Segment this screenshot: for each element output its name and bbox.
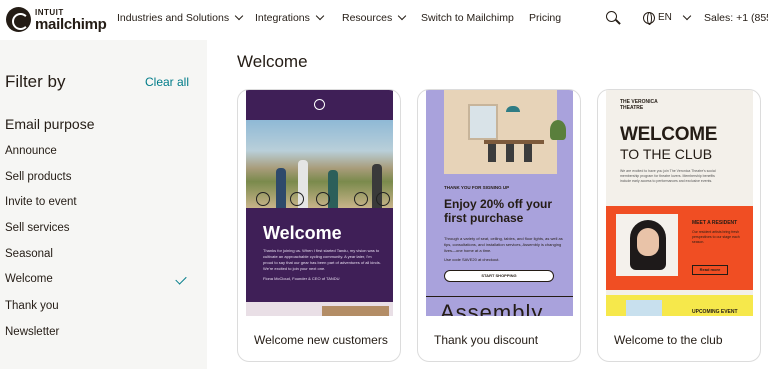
template-card-label: Thank you discount: [434, 333, 539, 347]
email-purpose-heading: Email purpose: [5, 116, 95, 132]
template-preview: THANK YOU FOR SIGNING UP Enjoy 20% off y…: [426, 90, 573, 316]
nav-integrations[interactable]: Integrations: [255, 11, 325, 24]
filter-announce[interactable]: Announce: [5, 145, 57, 157]
clear-all-link[interactable]: Clear all: [145, 75, 189, 89]
filter-title: Filter by: [5, 72, 66, 91]
template-card-thank-you-discount[interactable]: THANK YOU FOR SIGNING UP Enjoy 20% off y…: [417, 89, 581, 362]
template-card-welcome-new-customers[interactable]: Welcome Thanks for joining us. When I fi…: [237, 89, 401, 362]
nav-pricing[interactable]: Pricing: [529, 12, 561, 24]
preview-read-more: Read more: [692, 265, 728, 275]
preview-footer-image: [322, 306, 389, 316]
sales-phone[interactable]: Sales: +1 (855) 5: [704, 12, 768, 24]
preview-signature: Fiona McCloud, Founder & CEO of TANDU: [263, 276, 340, 281]
preview-heading: Enjoy 20% off your first purchase: [444, 197, 553, 225]
search-icon[interactable]: [606, 11, 621, 25]
template-preview: THE VERONICA THEATRE WELCOME TO THE CLUB…: [606, 90, 753, 316]
preview-meet-body: Our resident artists bring fresh perspec…: [692, 230, 740, 244]
template-card-label: Welcome new customers: [254, 333, 388, 347]
freddie-icon: [6, 7, 31, 32]
dining-room-photo: [444, 90, 566, 174]
chevron-down-icon: [397, 11, 407, 21]
preview-divider: [426, 296, 573, 297]
globe-icon[interactable]: [643, 12, 655, 25]
preview-wordmark: Assembly: [440, 300, 544, 316]
filter-newsletter[interactable]: Newsletter: [5, 326, 59, 338]
filter-invite-to-event[interactable]: Invite to event: [5, 196, 77, 208]
preview-event-image: [626, 300, 662, 316]
template-card-label: Welcome to the club: [614, 333, 723, 347]
template-preview: Welcome Thanks for joining us. When I fi…: [246, 90, 393, 316]
filter-sell-services[interactable]: Sell services: [5, 222, 70, 234]
preview-subheading: TO THE CLUB: [620, 146, 713, 162]
language-selector[interactable]: EN: [658, 12, 672, 23]
filter-seasonal[interactable]: Seasonal: [5, 248, 53, 260]
preview-meet-heading: MEET A RESIDENT: [692, 220, 738, 226]
preview-masthead: THE VERONICA THEATRE: [620, 99, 658, 111]
top-nav: INTUIT mailchimp Industries and Solution…: [0, 0, 768, 40]
preview-heading: Welcome: [263, 223, 342, 243]
filter-sidebar: Filter by Clear all Email purpose Announ…: [0, 40, 207, 369]
filter-welcome[interactable]: Welcome: [5, 273, 53, 285]
mailchimp-logo[interactable]: INTUIT mailchimp: [6, 6, 107, 34]
brand-badge-icon: [314, 99, 325, 110]
preview-code: Use code SAVE20 at checkout.: [444, 257, 500, 262]
cyclists-photo: [246, 120, 393, 208]
preview-kicker: THANK YOU FOR SIGNING UP: [444, 185, 510, 190]
check-icon: [175, 273, 187, 285]
filter-sell-products[interactable]: Sell products: [5, 171, 71, 183]
chevron-down-icon[interactable]: [682, 11, 692, 21]
filter-thank-you[interactable]: Thank you: [5, 300, 59, 312]
page-title: Welcome: [237, 52, 308, 71]
preview-body: Thanks for joining us. When I first star…: [263, 248, 381, 271]
preview-body: Through a variety of seat, ceiling, tabl…: [444, 236, 563, 253]
chevron-down-icon: [315, 11, 325, 21]
nav-resources[interactable]: Resources: [342, 11, 407, 24]
preview-body: We are excited to have you join The Vero…: [620, 169, 716, 183]
chevron-down-icon: [234, 11, 244, 21]
preview-button: START SHOPPING: [444, 270, 554, 282]
nav-industries[interactable]: Industries and Solutions: [117, 11, 244, 24]
template-card-welcome-to-the-club[interactable]: THE VERONICA THEATRE WELCOME TO THE CLUB…: [597, 89, 761, 362]
preview-upcoming: UPCOMING EVENT: [692, 309, 738, 315]
resident-portrait: [616, 214, 678, 276]
nav-switch[interactable]: Switch to Mailchimp: [421, 12, 514, 24]
preview-heading: WELCOME: [620, 124, 718, 145]
logo-wordmark: mailchimp: [35, 16, 107, 33]
